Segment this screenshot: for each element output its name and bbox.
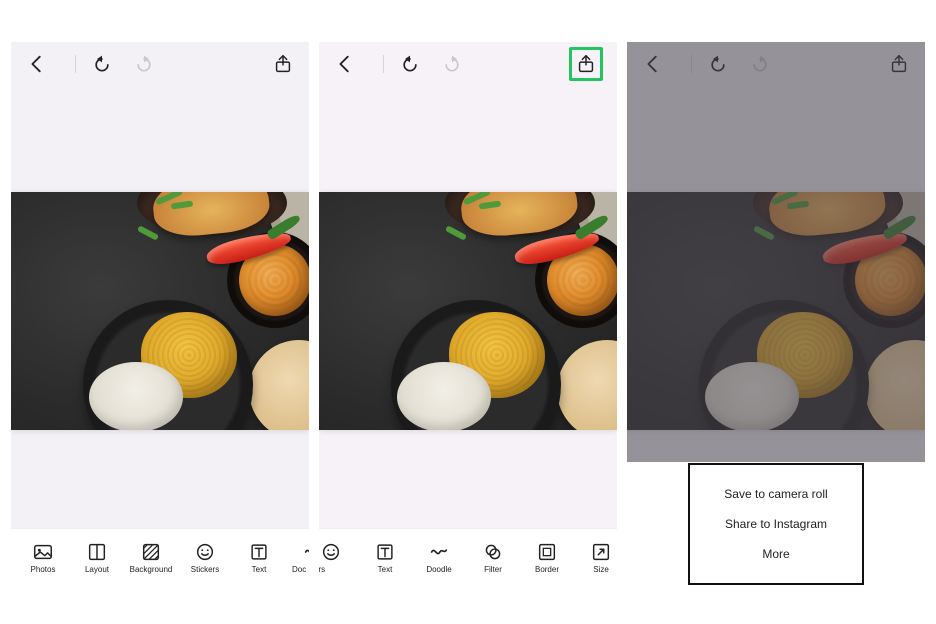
tool-label: Photos [31,566,56,574]
tool-label: Background [130,566,173,574]
tool-filter[interactable]: Filter [469,541,517,574]
editor-header [11,42,309,86]
share-icon[interactable] [574,52,598,76]
food-photo [319,192,617,430]
stickers-icon [194,541,216,563]
tool-text[interactable]: Text [235,541,283,574]
tool-label: Size [593,566,609,574]
border-icon [536,541,558,563]
text-icon [374,541,396,563]
photos-icon [32,541,54,563]
tool-label: Text [252,566,267,574]
editor-header [319,42,617,86]
tool-background[interactable]: Background [127,541,175,574]
tool-label: Doc [289,566,306,574]
back-chevron-icon[interactable] [333,52,357,76]
tool-doodle[interactable]: Doodle [415,541,463,574]
panel-step3: Save to camera roll Share to Instagram M… [627,42,925,586]
back-chevron-icon[interactable] [25,52,49,76]
divider [383,55,384,73]
filter-icon [482,541,504,563]
tool-label: kers [319,566,325,574]
tool-photos[interactable]: Photos [19,541,67,574]
tool-text[interactable]: Text [361,541,409,574]
editor-toolbar: Photos Layout Background Stickers Text [11,528,309,586]
share-highlight [569,47,603,81]
divider [75,55,76,73]
tool-label: Doodle [426,566,451,574]
doodle-icon [428,541,450,563]
share-option-more[interactable]: More [710,539,842,569]
editor-toolbar: kers Text Doodle Filter Border [319,528,617,586]
redo-icon [440,52,464,76]
size-icon [590,541,612,563]
tool-stickers[interactable]: Stickers [181,541,229,574]
share-icon[interactable] [271,52,295,76]
tool-layout[interactable]: Layout [73,541,121,574]
tool-stickers-partial[interactable]: kers [319,541,355,574]
tool-label: Filter [484,566,502,574]
editor-canvas[interactable] [319,192,617,430]
tool-label: Layout [85,566,109,574]
share-option-instagram[interactable]: Share to Instagram [710,509,842,539]
background-icon [140,541,162,563]
share-sheet-box: Save to camera roll Share to Instagram M… [688,463,864,585]
share-sheet: Save to camera roll Share to Instagram M… [627,462,925,586]
tool-doodle-partial[interactable]: Doc [289,541,309,574]
panel-step1: Photos Layout Background Stickers Text [11,42,309,586]
tool-border[interactable]: Border [523,541,571,574]
editor-canvas[interactable] [11,192,309,430]
redo-icon [132,52,156,76]
tool-label: Text [378,566,393,574]
panel-step2: kers Text Doodle Filter Border [319,42,617,586]
text-icon [248,541,270,563]
modal-dimmer[interactable] [627,42,925,462]
share-option-save[interactable]: Save to camera roll [710,479,842,509]
undo-icon[interactable] [90,52,114,76]
undo-icon[interactable] [398,52,422,76]
tool-label: Border [535,566,559,574]
tool-size[interactable]: Size [577,541,617,574]
tool-label: Stickers [191,566,219,574]
stickers-icon [320,541,342,563]
tutorial-strip: Photos Layout Background Stickers Text [0,0,936,624]
food-photo [11,192,309,430]
doodle-icon [302,541,309,563]
layout-icon [86,541,108,563]
